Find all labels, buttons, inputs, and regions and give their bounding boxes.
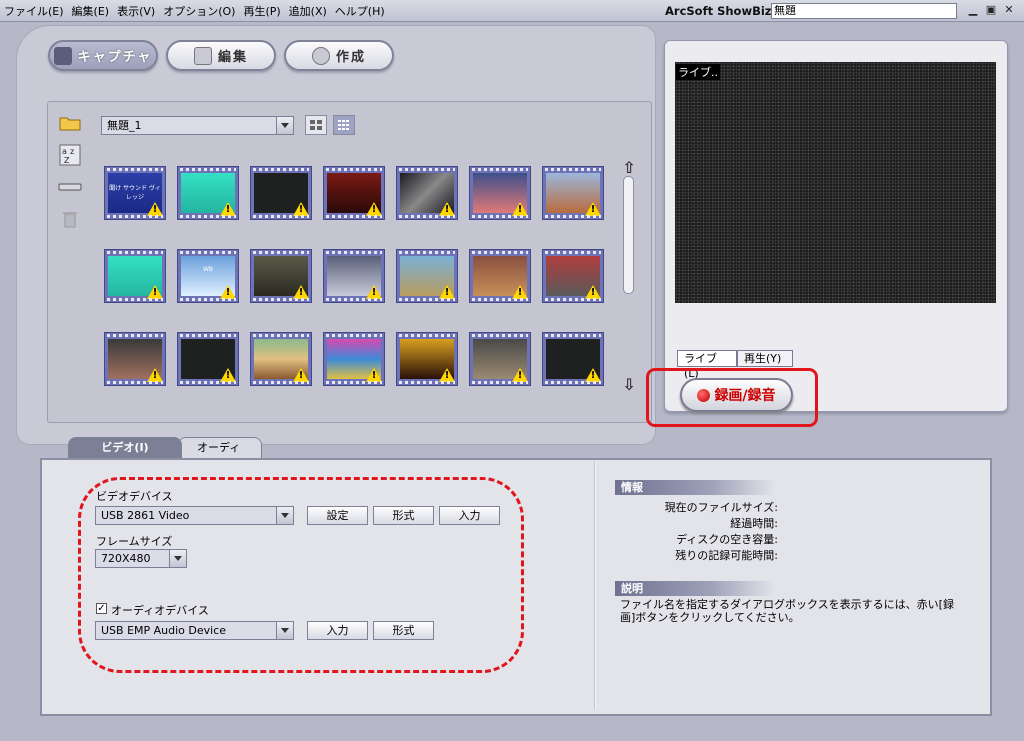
maximize-icon[interactable]: ▣	[984, 4, 998, 18]
scissors-icon	[193, 46, 212, 65]
media-device-icon[interactable]	[56, 174, 84, 200]
thumbnail[interactable]: !	[542, 166, 604, 220]
trash-icon[interactable]	[56, 206, 84, 232]
tab-create-label: 作成	[335, 50, 366, 65]
close-icon[interactable]: ✕	[1002, 4, 1016, 18]
thumbnail[interactable]: !	[396, 249, 458, 303]
minimize-icon[interactable]: ▁	[966, 4, 980, 18]
svg-text:Z: Z	[64, 156, 70, 165]
disc-icon	[311, 46, 330, 65]
thumbnail[interactable]: !	[104, 332, 166, 386]
info-elapsed-time: 経過時間:	[730, 517, 778, 530]
thumbnail[interactable]: !	[323, 166, 385, 220]
menu-edit[interactable]: 編集(E)	[68, 3, 114, 19]
menu-help[interactable]: ヘルプ(H)	[331, 3, 389, 19]
thumbnail[interactable]: !	[469, 332, 531, 386]
tab-audio[interactable]: オーディオ(U)	[178, 437, 262, 474]
thumbnail[interactable]: !	[250, 249, 312, 303]
thumbnail[interactable]: !	[177, 166, 239, 220]
svg-text:a: a	[62, 147, 67, 156]
thumbnail[interactable]: !	[323, 332, 385, 386]
menu-add[interactable]: 追加(X)	[285, 3, 331, 19]
thumbnail[interactable]: !	[396, 166, 458, 220]
document-title-field: 無題	[771, 3, 957, 19]
tab-capture[interactable]: キャプチャ	[48, 40, 158, 71]
menu-options[interactable]: オプション(O)	[159, 3, 239, 19]
info-disk-space: ディスクの空き容量:	[676, 533, 778, 546]
album-select-value: 無題_1	[107, 119, 142, 132]
scrollbar[interactable]	[623, 176, 634, 294]
album-select[interactable]: 無題_1	[101, 116, 294, 135]
sort-az-icon[interactable]: azZ	[56, 142, 84, 168]
menu-view[interactable]: 表示(V)	[113, 3, 159, 19]
tab-live[interactable]: ライブ(L)	[677, 350, 737, 380]
folder-icon[interactable]	[56, 110, 84, 136]
camera-icon	[53, 46, 72, 65]
tab-edit-label: 編集	[217, 50, 248, 65]
settings-highlight-annotation	[78, 477, 524, 673]
tab-edit[interactable]: 編集	[166, 40, 276, 71]
tab-capture-label: キャプチャ	[77, 50, 153, 65]
tab-playback[interactable]: 再生(Y)	[737, 350, 793, 367]
grid-large-icon	[310, 120, 322, 130]
thumbnail[interactable]: !	[469, 166, 531, 220]
grid-small-icon	[338, 120, 349, 130]
thumbnail[interactable]: 聞け サウンド ヴィレッジ!	[104, 166, 166, 220]
scroll-down-icon[interactable]: ⇩	[620, 377, 638, 395]
tab-create[interactable]: 作成	[284, 40, 394, 71]
thumbnail[interactable]: !	[104, 249, 166, 303]
small-thumb-view-button[interactable]	[333, 115, 355, 135]
info-remaining-time: 残りの記録可能時間:	[675, 549, 778, 562]
chevron-down-icon	[276, 117, 293, 134]
thumbnail[interactable]: !	[250, 332, 312, 386]
tab-video[interactable]: ビデオ(I)	[68, 437, 182, 459]
thumbnail[interactable]: !	[396, 332, 458, 386]
info-header: 情報	[615, 480, 775, 495]
thumbnail[interactable]: !	[469, 249, 531, 303]
thumbnail[interactable]: !	[542, 249, 604, 303]
preview-live-label: ライブ..	[676, 64, 720, 80]
menu-file[interactable]: ファイル(E)	[0, 3, 68, 19]
info-file-size: 現在のファイルサイズ:	[664, 501, 778, 514]
description-header: 説明	[615, 581, 775, 596]
svg-text:z: z	[70, 147, 74, 156]
thumbnail[interactable]: WB!	[177, 249, 239, 303]
preview-screen	[675, 62, 996, 303]
record-highlight-annotation	[646, 368, 818, 427]
large-thumb-view-button[interactable]	[305, 115, 327, 135]
thumbnail[interactable]: !	[323, 249, 385, 303]
menu-play[interactable]: 再生(P)	[239, 3, 284, 19]
thumbnail[interactable]: !	[542, 332, 604, 386]
thumbnail[interactable]: !	[250, 166, 312, 220]
panel-divider	[594, 462, 596, 710]
app-title: ArcSoft ShowBiz	[665, 4, 772, 18]
menu-bar: ファイル(E) 編集(E) 表示(V) オプション(O) 再生(P) 追加(X)…	[0, 0, 1024, 22]
description-text: ファイル名を指定するダイアログボックスを表示するには、赤い[録画]ボタンをクリッ…	[620, 598, 954, 624]
thumbnail[interactable]: !	[177, 332, 239, 386]
